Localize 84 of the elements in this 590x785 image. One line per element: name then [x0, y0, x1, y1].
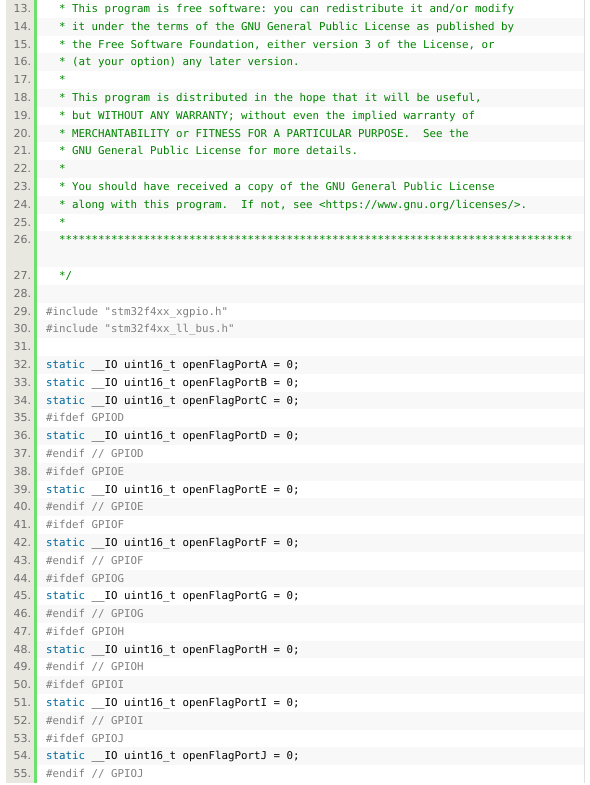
line-number: 35. [6, 409, 37, 428]
line-number: 14. [6, 18, 37, 36]
line-number: 34. [6, 392, 37, 410]
line-number: 26. [6, 231, 37, 267]
line-number: 40. [6, 498, 37, 516]
line-number: 27. [6, 266, 37, 285]
line-number: 47. [6, 622, 37, 641]
code-line: #ifdef GPIOE [45, 464, 124, 480]
code-line: static __IO uint16_t openFlagPortH = 0; [45, 642, 300, 658]
line-number: 54. [6, 747, 37, 766]
line-number: 18. [6, 88, 37, 107]
code-line: static __IO uint16_t openFlagPortD = 0; [45, 428, 300, 444]
code-line: #endif // GPIOF [45, 552, 144, 569]
code-line: * but WITHOUT ANY WARRANTY; without even the implied warranty of [58, 108, 476, 124]
code-line: #ifdef GPIOD [45, 410, 124, 426]
line-number: 15. [6, 36, 37, 54]
code-line: * GNU General Public License for more details. [58, 143, 358, 160]
code-line: static __IO uint16_t openFlagPortG = 0; [45, 588, 300, 604]
code-line: static __IO uint16_t openFlagPortB = 0; [45, 374, 300, 391]
code-line: * You should have received a copy of the GNU General Public License [58, 178, 495, 195]
line-number: 41. [6, 516, 37, 534]
code-line: #ifdef GPIOI [45, 677, 124, 694]
line-number: 50. [6, 676, 37, 694]
code-line: * MERCHANTABILITY or FITNESS FOR A PARTICULAR PURPOSE. See the [58, 126, 469, 142]
code-line: * [58, 72, 66, 88]
line-number: 36. [6, 427, 37, 445]
code-line: #ifdef GPIOH [45, 624, 124, 640]
code-line: #include "stm32f4xx_ll_bus.h" [45, 321, 235, 338]
code-line: */ [58, 268, 72, 284]
line-number: 25. [6, 214, 37, 232]
line-number: 22. [6, 160, 37, 178]
line-number: 24. [6, 196, 37, 214]
line-number: 20. [6, 124, 37, 142]
code-line: static __IO uint16_t openFlagPortA = 0; [45, 356, 300, 373]
code-line: * This program is distributed in the hope that it will be useful, [58, 90, 482, 106]
code-line: #endif // GPIOE [45, 499, 144, 516]
line-number: 43. [6, 552, 37, 570]
code-line: static __IO uint16_t openFlagPortE = 0; [45, 482, 300, 498]
line-number: 39. [6, 480, 37, 498]
code-line: #endif // GPIOG [45, 606, 144, 622]
code-line: #ifdef GPIOJ [45, 730, 124, 747]
line-number: 53. [6, 730, 37, 748]
code-line: #include "stm32f4xx_xgpio.h" [45, 304, 228, 320]
code-line: * [58, 161, 66, 178]
line-number: 48. [6, 640, 37, 658]
line-number: 46. [6, 605, 37, 623]
code-line: static __IO uint16_t openFlagPortI = 0; [45, 695, 300, 712]
line-number: 44. [6, 570, 37, 588]
line-number: 30. [6, 320, 37, 338]
line-number: 49. [6, 658, 37, 676]
line-number: 28. [6, 284, 37, 303]
line-number: 23. [6, 178, 37, 196]
line-number: 13. [6, 0, 37, 18]
line-number: 17. [6, 71, 37, 89]
code-line: static __IO uint16_t openFlagPortF = 0; [45, 534, 300, 551]
line-number: 38. [6, 462, 37, 481]
code-line: #ifdef GPIOF [45, 517, 124, 534]
line-number: 55. [6, 765, 37, 784]
code-line: * [58, 214, 66, 231]
line-number: 31. [6, 338, 37, 356]
code-line: #endif // GPIOI [45, 712, 144, 729]
line-number: 42. [6, 534, 37, 552]
code-line: #ifdef GPIOG [45, 570, 124, 586]
code-line: * it under the terms of the GNU General Public License as published by [58, 18, 514, 35]
code-line: * (at your option) any later version. [58, 54, 300, 70]
code-line: * This program is free software: you can redistribute it and/or modify [58, 1, 514, 17]
line-number: 16. [6, 53, 37, 72]
code-line: #endif // GPIOD [45, 446, 144, 462]
line-number: 51. [6, 694, 37, 712]
line-number: 37. [6, 444, 37, 463]
code-line: * the Free Software Foundation, either version 3 of the License, or [58, 36, 495, 53]
code-line: * along with this program. If not, see <https://www.gnu.org/licenses/>. [58, 196, 528, 213]
code-line: ******************************************************************************* [58, 232, 573, 248]
line-number: 33. [6, 374, 37, 392]
line-number: 45. [6, 587, 37, 606]
line-number: 52. [6, 712, 37, 730]
line-number: 19. [6, 106, 37, 125]
line-number: 32. [6, 356, 37, 374]
code-line: static __IO uint16_t openFlagPortC = 0; [45, 392, 300, 409]
line-number: 21. [6, 142, 37, 160]
code-line: #endif // GPIOJ [45, 766, 144, 782]
line-number: 29. [6, 302, 37, 320]
code-line: static __IO uint16_t openFlagPortJ = 0; [45, 748, 300, 764]
code-line: #endif // GPIOH [45, 659, 144, 676]
